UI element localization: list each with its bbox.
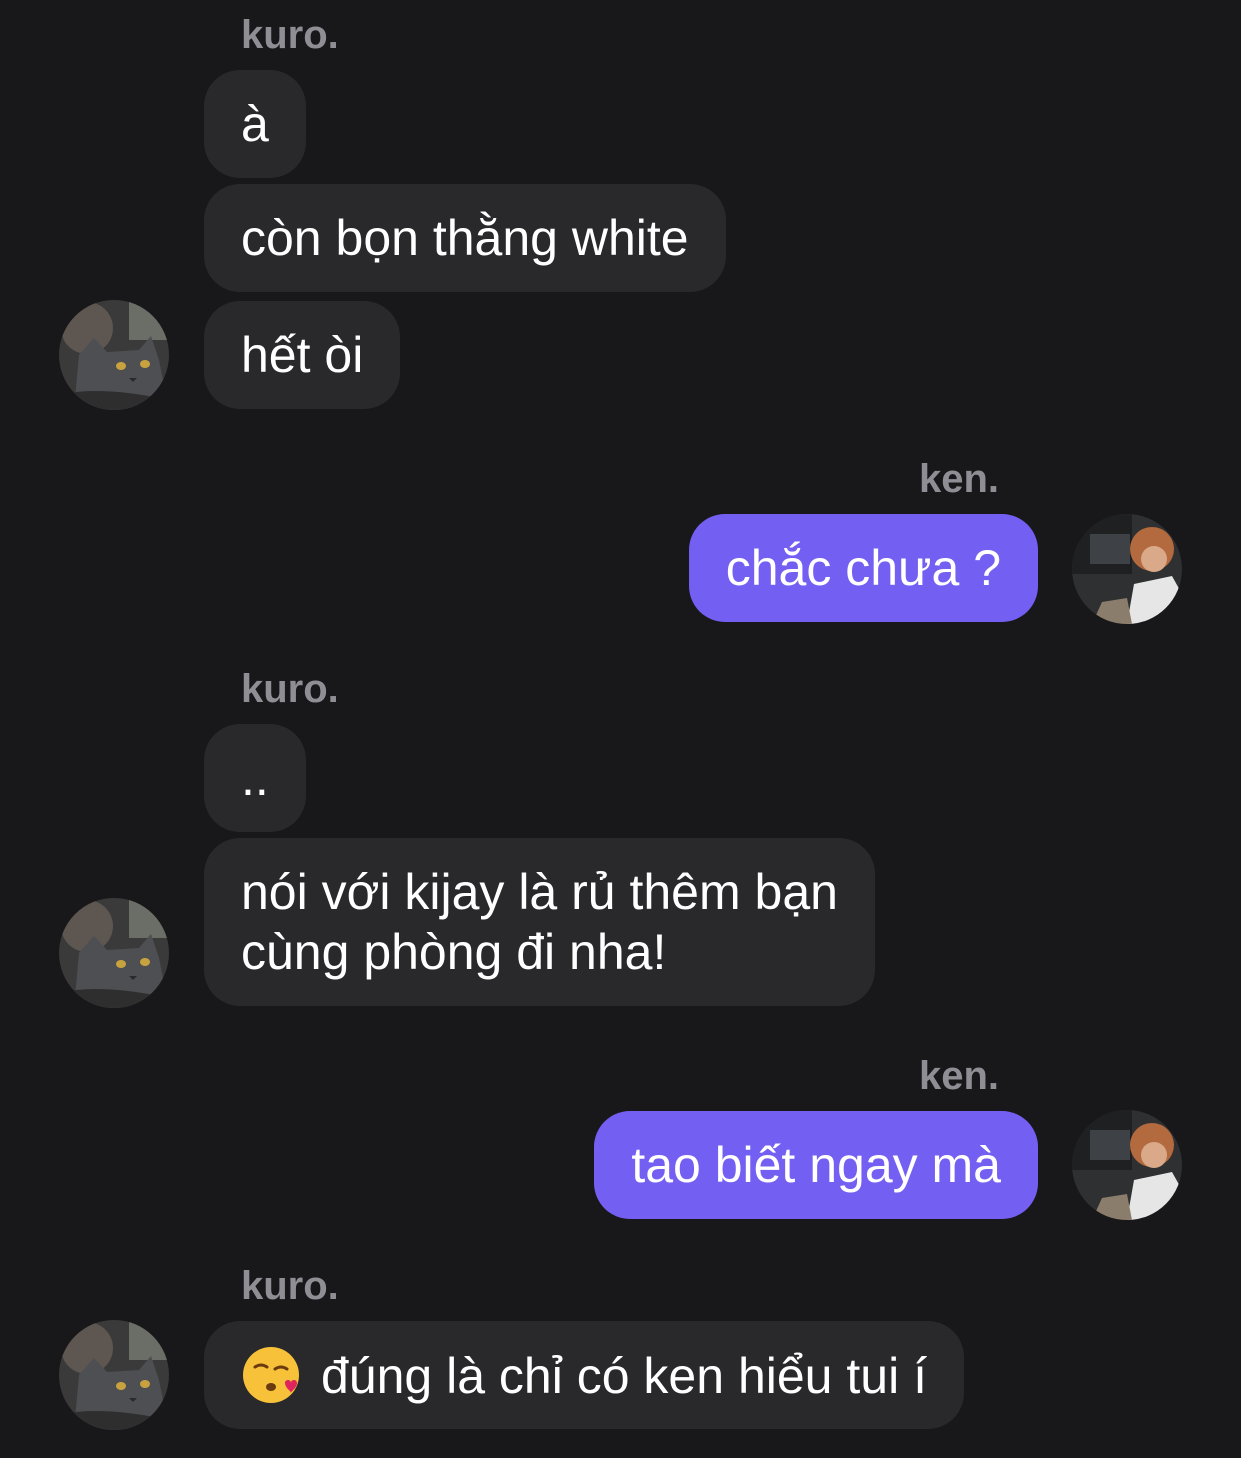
avatar-ken[interactable]	[1072, 514, 1182, 624]
cat-avatar-image	[59, 1320, 169, 1430]
sender-name-ken: ken.	[918, 457, 999, 501]
sender-name-kuro: kuro.	[241, 13, 339, 57]
sender-name-kuro: kuro.	[241, 667, 339, 711]
message-bubble[interactable]: chắc chưa ?	[688, 514, 1038, 622]
sender-name-kuro: kuro.	[241, 1264, 339, 1308]
message-text-line: nói với kijay là rủ thêm bạn	[241, 864, 838, 920]
cat-avatar-image	[59, 300, 169, 410]
sender-name-ken: ken.	[918, 1054, 999, 1098]
message-bubble[interactable]: ..	[204, 724, 306, 832]
face-blowing-kiss-icon	[241, 1345, 301, 1405]
message-bubble[interactable]: nói với kijay là rủ thêm bạn cùng phòng …	[204, 838, 875, 1006]
avatar-kuro[interactable]	[59, 1320, 169, 1430]
avatar-kuro[interactable]	[59, 300, 169, 410]
message-text: hết òi	[241, 327, 364, 383]
message-bubble[interactable]: à	[204, 70, 306, 178]
avatar-ken[interactable]	[1072, 1110, 1182, 1220]
person-avatar-image	[1072, 514, 1182, 624]
message-text: à	[241, 96, 269, 152]
avatar-kuro[interactable]	[59, 898, 169, 1008]
message-bubble[interactable]: hết òi	[204, 301, 401, 409]
message-bubble[interactable]: còn bọn thằng white	[204, 184, 726, 292]
message-text-line: cùng phòng đi nha!	[241, 924, 667, 980]
message-text: tao biết ngay mà	[631, 1137, 1001, 1193]
message-bubble[interactable]: tao biết ngay mà	[594, 1111, 1038, 1219]
message-text: chắc chưa ?	[725, 540, 1001, 596]
message-bubble[interactable]: đúng là chỉ có ken hiểu tui í	[204, 1321, 964, 1429]
message-text: còn bọn thằng white	[241, 210, 689, 266]
message-text: ..	[241, 750, 269, 806]
message-text: đúng là chỉ có ken hiểu tui í	[321, 1348, 927, 1404]
person-avatar-image	[1072, 1110, 1182, 1220]
cat-avatar-image	[59, 898, 169, 1008]
